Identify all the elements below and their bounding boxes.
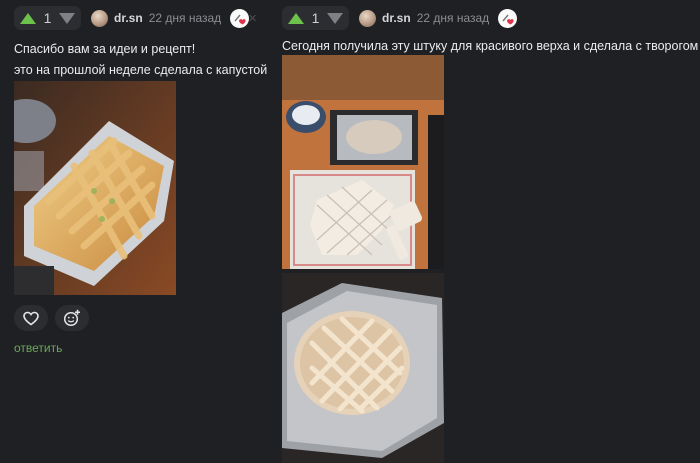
avatar[interactable] [359, 9, 376, 27]
upvote-arrow-icon[interactable] [288, 12, 304, 24]
like-button[interactable] [14, 305, 48, 331]
vote-widget: 1 [282, 6, 349, 30]
comment-header: 1 dr.sn 22 дня назад [282, 5, 518, 31]
timestamp[interactable]: 22 дня назад [149, 11, 222, 25]
vote-count: 1 [43, 10, 52, 26]
comment-text-line: Спасибо вам за идеи и рецепт! [14, 42, 196, 56]
comment-header: 1 dr.sn 22 дня назад [14, 5, 250, 31]
badge-icon [230, 8, 250, 28]
add-reaction-button[interactable] [55, 305, 89, 331]
heart-icon [23, 311, 39, 325]
emoji-add-icon [63, 309, 80, 327]
downvote-arrow-icon[interactable] [59, 12, 75, 24]
photo-lattice-cutter[interactable] [282, 55, 444, 269]
comment-text-line: Сегодня получила эту штуку для красивого… [282, 39, 699, 53]
avatar[interactable] [91, 9, 108, 27]
faded-separator-glyph: ✕ [248, 13, 258, 25]
vote-widget: 1 [14, 6, 81, 30]
vote-count: 1 [311, 10, 320, 26]
downvote-arrow-icon[interactable] [327, 12, 343, 24]
username[interactable]: dr.sn [114, 11, 143, 25]
badge-icon [498, 8, 518, 28]
upvote-arrow-icon[interactable] [20, 12, 36, 24]
photo-cabbage-pie[interactable] [14, 81, 176, 295]
reply-link[interactable]: ответить [14, 341, 62, 355]
photo-cottage-cheese-pie[interactable] [282, 273, 444, 463]
timestamp[interactable]: 22 дня назад [417, 11, 490, 25]
comment-text-line: это на прошлой неделе сделала с капустой [14, 63, 268, 77]
username[interactable]: dr.sn [382, 11, 411, 25]
